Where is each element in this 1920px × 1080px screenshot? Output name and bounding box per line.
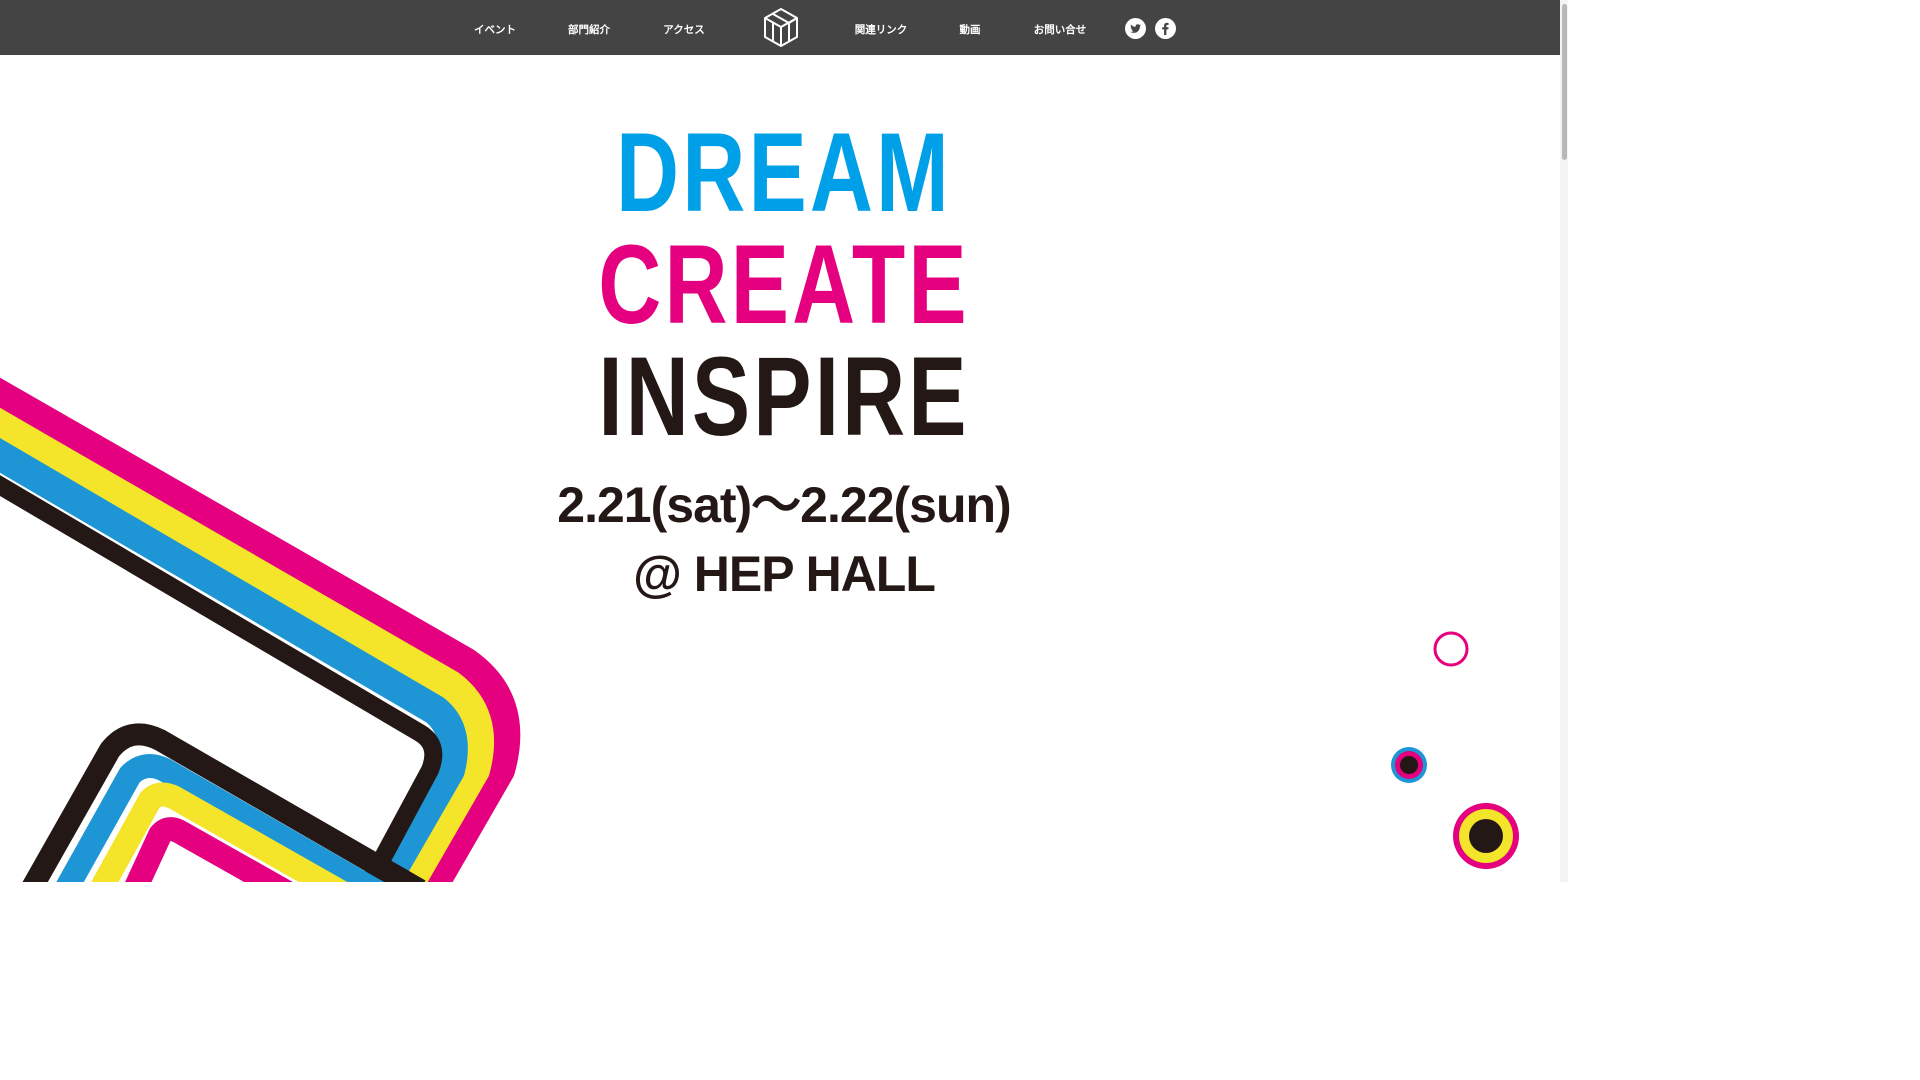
scrollbar-thumb[interactable] xyxy=(1562,4,1567,160)
nav-item-access[interactable]: アクセス xyxy=(663,22,704,37)
headline-create: CREATE xyxy=(598,222,970,347)
nav-item-event[interactable]: イベント xyxy=(474,22,516,37)
cube-logo-icon[interactable] xyxy=(762,7,800,48)
scrollbar-track[interactable] xyxy=(1560,0,1568,882)
event-venue: @ HEP HALL xyxy=(633,546,936,602)
headline-inspire: INSPIRE xyxy=(598,334,970,459)
event-dates: 2.21(sat)～2.22(sun) xyxy=(557,477,1011,533)
nav-item-related-links[interactable]: 関連リンク xyxy=(855,22,908,37)
top-navigation-bar: イベント 部門紹介 アクセス 関連リンク 動画 お問い合せ xyxy=(0,0,1568,55)
headline-dream: DREAM xyxy=(616,110,952,235)
facebook-icon[interactable] xyxy=(1155,18,1176,39)
nav-item-videos[interactable]: 動画 xyxy=(960,22,981,37)
nav-item-contact[interactable]: お問い合せ xyxy=(1034,22,1087,37)
nav-item-departments[interactable]: 部門紹介 xyxy=(568,22,610,37)
twitter-icon[interactable] xyxy=(1125,18,1146,39)
